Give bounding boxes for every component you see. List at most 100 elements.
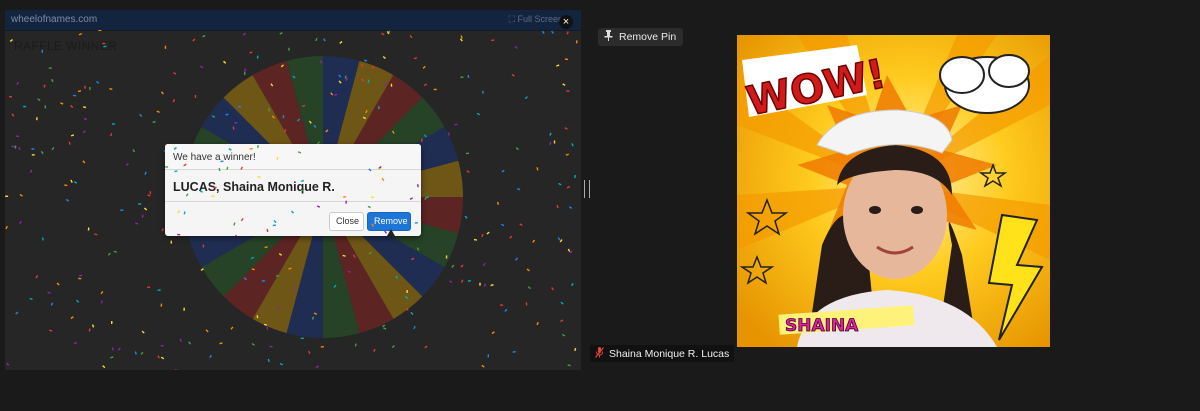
confetti-piece [354, 343, 357, 347]
confetti-piece [280, 64, 285, 68]
confetti-piece [194, 95, 197, 99]
confetti-piece [487, 354, 489, 358]
confetti-piece [302, 104, 306, 108]
confetti-piece [519, 223, 523, 226]
confetti-piece [316, 205, 321, 208]
confetti-piece [23, 105, 27, 108]
confetti-piece [279, 363, 284, 366]
confetti-piece [383, 327, 387, 330]
confetti-piece [51, 146, 55, 151]
confetti-piece [517, 188, 521, 191]
pushpin-icon [604, 30, 613, 44]
confetti-piece [160, 356, 165, 360]
confetti-piece [338, 80, 342, 84]
dialog-confetti [165, 144, 419, 236]
confetti-piece [188, 341, 192, 345]
confetti-piece [29, 297, 33, 301]
confetti-piece [282, 115, 285, 119]
resize-handle[interactable] [584, 180, 590, 198]
confetti-piece [79, 274, 83, 277]
confetti-piece [383, 82, 388, 86]
confetti-piece [50, 302, 54, 306]
confetti-piece [268, 108, 271, 112]
confetti-piece [360, 63, 364, 68]
confetti-piece [325, 129, 329, 133]
hand-cursor-icon [387, 229, 395, 236]
confetti-piece [300, 179, 305, 183]
confetti-piece [249, 147, 253, 150]
confetti-piece [297, 151, 302, 154]
confetti-piece [413, 57, 418, 60]
confetti-piece [570, 282, 574, 287]
confetti-piece [251, 342, 255, 346]
confetti-piece [343, 195, 347, 198]
confetti-piece [73, 94, 77, 97]
confetti-piece [423, 134, 427, 138]
confetti-piece [501, 223, 505, 227]
confetti-piece [202, 244, 205, 248]
confetti-piece [367, 79, 370, 83]
confetti-piece [257, 175, 261, 179]
confetti-piece [8, 95, 13, 98]
confetti-piece [511, 73, 515, 77]
confetti-piece [44, 105, 47, 109]
confetti-piece [5, 195, 9, 197]
confetti-piece [102, 42, 106, 45]
confetti-piece [82, 106, 87, 109]
confetti-piece [164, 45, 167, 49]
confetti-piece [134, 351, 137, 355]
confetti-piece [271, 115, 275, 119]
confetti-piece [566, 31, 569, 35]
confetti-piece [483, 283, 487, 287]
confetti-piece [279, 31, 283, 35]
confetti-piece [165, 166, 169, 168]
confetti-piece [571, 143, 574, 147]
confetti-piece [406, 289, 408, 293]
confetti-piece [460, 35, 463, 39]
confetti-piece [417, 184, 419, 188]
confetti-piece [31, 148, 35, 150]
confetti-piece [209, 354, 212, 359]
browser-bar: wheelofnames.com ⛶ Full Screen [5, 10, 581, 31]
confetti-piece [342, 254, 346, 257]
confetti-piece [160, 344, 164, 347]
confetti-piece [29, 169, 33, 173]
confetti-piece [566, 185, 571, 189]
confetti-piece [152, 120, 156, 124]
confetti-piece [491, 331, 495, 335]
confetti-piece [16, 81, 20, 85]
confetti-piece [228, 148, 232, 151]
confetti-piece [347, 270, 351, 273]
confetti-piece [344, 75, 347, 79]
fullscreen-toggle[interactable]: ⛶ Full Screen [509, 14, 563, 25]
confetti-piece [125, 162, 129, 167]
close-share-button[interactable]: × [559, 15, 573, 29]
confetti-piece [157, 355, 160, 359]
confetti-piece [200, 268, 204, 271]
confetti-piece [96, 80, 100, 84]
confetti-piece [234, 122, 238, 124]
confetti-piece [553, 140, 556, 144]
confetti-piece [360, 78, 365, 82]
confetti-piece [311, 316, 315, 320]
confetti-piece [70, 179, 73, 183]
confetti-piece [15, 135, 20, 138]
confetti-piece [202, 34, 206, 38]
confetti-piece [109, 88, 113, 90]
confetti-piece [315, 37, 318, 42]
confetti-piece [466, 170, 470, 174]
confetti-piece [110, 320, 113, 324]
confetti-piece [200, 65, 204, 69]
confetti-piece [275, 275, 280, 277]
confetti-piece [558, 182, 562, 186]
confetti-piece [524, 96, 528, 100]
confetti-piece [18, 147, 21, 151]
confetti-piece [445, 255, 448, 259]
confetti-piece [273, 220, 277, 224]
confetti-piece [574, 174, 577, 179]
remove-pin-button[interactable]: Remove Pin [598, 28, 684, 46]
confetti-piece [476, 112, 481, 116]
confetti-piece [526, 268, 530, 272]
confetti-piece [243, 277, 247, 281]
site-url: wheelofnames.com [11, 14, 98, 25]
